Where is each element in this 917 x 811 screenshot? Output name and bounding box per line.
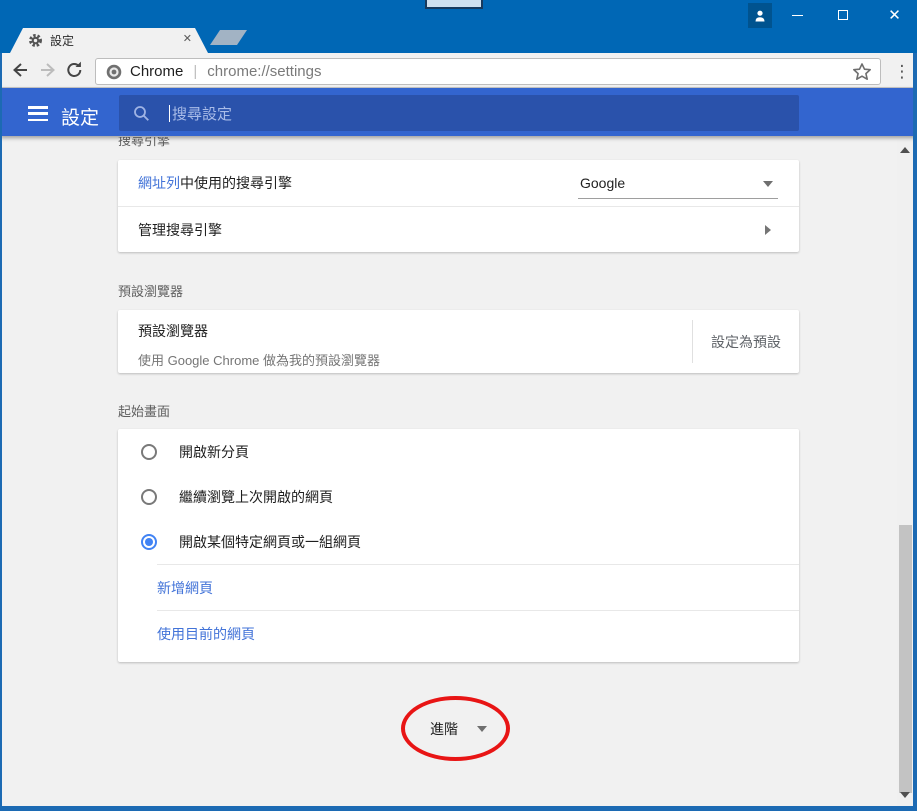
card-startup: 開啟新分頁 繼續瀏覽上次開啟的網頁 開啟某個特定網頁或一組網頁 新增網頁 使用目…: [118, 429, 799, 662]
chrome-page-icon: [106, 64, 122, 80]
radio-selected-icon[interactable]: [141, 534, 157, 550]
reload-button[interactable]: [64, 60, 86, 80]
chevron-right-icon: [765, 225, 771, 235]
minimize-button[interactable]: [775, 0, 820, 30]
card-search-engine: 網址列中使用的搜尋引擎 Google 管理搜尋引擎: [118, 160, 799, 252]
row-default-search-engine: 網址列中使用的搜尋引擎 Google: [118, 160, 799, 206]
annotation-red-circle: [401, 696, 510, 761]
window-close-icon: ✕: [888, 6, 901, 24]
maximize-button[interactable]: [820, 0, 865, 30]
bookmark-star-icon[interactable]: [852, 62, 872, 82]
text-cursor: [169, 105, 170, 122]
radio-label: 開啟某個特定網頁或一組網頁: [179, 532, 361, 552]
window-border: [0, 806, 917, 811]
card-default-browser: 預設瀏覽器 使用 Google Chrome 做為我的預設瀏覽器 設定為預設: [118, 310, 799, 373]
window-close-button[interactable]: ✕: [872, 0, 917, 30]
chevron-down-icon: [763, 181, 773, 187]
search-placeholder: 搜尋設定: [172, 103, 232, 124]
add-new-page-link[interactable]: 新增網頁: [118, 565, 799, 610]
use-current-pages-link[interactable]: 使用目前的網頁: [118, 611, 799, 656]
minimize-icon: [792, 15, 803, 16]
maximize-icon: [838, 10, 848, 20]
url-separator: |: [193, 63, 197, 80]
hamburger-menu-icon[interactable]: [28, 106, 48, 121]
section-heading-search-engine: 搜尋引擎: [118, 137, 338, 148]
radio-label: 開啟新分頁: [179, 442, 249, 462]
radio-unselected-icon[interactable]: [141, 444, 157, 460]
tab-settings[interactable]: 設定 ✕: [10, 28, 208, 53]
engine-row-label: 中使用的搜尋引擎: [180, 175, 292, 191]
browser-window: ✕ 設定 ✕ Chrome | chrome://settings: [0, 0, 917, 811]
settings-search-input[interactable]: 搜尋設定: [119, 95, 799, 131]
scroll-down-arrow[interactable]: [900, 792, 910, 798]
site-label: Chrome: [130, 63, 183, 80]
section-heading-startup: 起始畫面: [118, 401, 170, 420]
radio-label: 繼續瀏覽上次開啟的網頁: [179, 487, 333, 507]
forward-button[interactable]: [37, 60, 59, 80]
radio-row-new-tab[interactable]: 開啟新分頁: [118, 429, 799, 474]
search-engine-dropdown[interactable]: Google: [578, 168, 778, 199]
vertical-scrollbar[interactable]: [897, 138, 913, 806]
url-text: chrome://settings: [207, 63, 321, 80]
address-bar-link[interactable]: 網址列: [138, 175, 180, 191]
search-engine-value: Google: [580, 175, 625, 191]
scroll-up-arrow[interactable]: [900, 147, 910, 153]
search-icon: [133, 105, 150, 122]
add-new-page-label: 新增網頁: [157, 578, 213, 598]
radio-row-specific-pages[interactable]: 開啟某個特定網頁或一組網頁: [118, 519, 799, 564]
person-icon: [753, 9, 767, 23]
manage-search-engines-label: 管理搜尋引擎: [138, 220, 222, 240]
use-current-pages-label: 使用目前的網頁: [157, 624, 255, 644]
back-button[interactable]: [9, 60, 31, 80]
gear-icon: [28, 33, 43, 48]
tab-close-icon[interactable]: ✕: [183, 32, 192, 45]
window-border: [0, 53, 2, 811]
window-border: [913, 53, 917, 811]
radio-unselected-icon[interactable]: [141, 489, 157, 505]
profile-button[interactable]: [748, 3, 772, 28]
row-manage-search-engines[interactable]: 管理搜尋引擎: [118, 207, 799, 252]
settings-title: 設定: [61, 103, 99, 130]
scrollbar-thumb[interactable]: [899, 525, 912, 793]
section-heading-default-browser: 預設瀏覽器: [118, 281, 183, 300]
set-as-default-button[interactable]: 設定為預設: [693, 310, 799, 373]
tab-title: 設定: [50, 32, 74, 49]
radio-row-continue[interactable]: 繼續瀏覽上次開啟的網頁: [118, 474, 799, 519]
background-window-fragment: [425, 0, 483, 9]
browser-menu-button[interactable]: ⋮: [891, 58, 913, 85]
address-bar[interactable]: Chrome | chrome://settings: [95, 58, 881, 85]
